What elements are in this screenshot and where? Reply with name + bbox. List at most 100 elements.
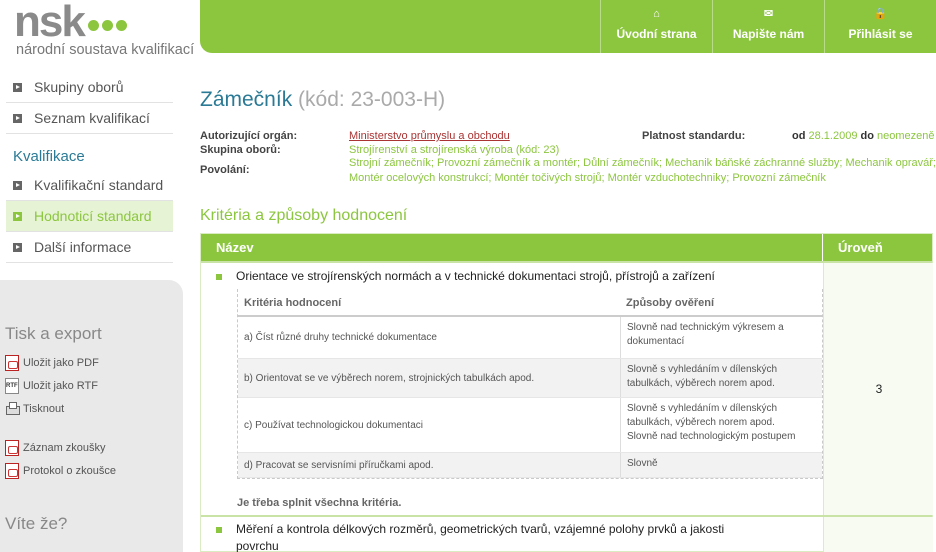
arrow-bullet-icon <box>13 113 22 123</box>
logo-dots <box>88 16 130 35</box>
sidebar-section-nav: Kvalifikační standard Hodnoticí standard… <box>6 170 173 263</box>
top-navigation: ⌂ Úvodní strana ✉ Napište nám 🔒 Přihlási… <box>600 0 936 53</box>
sidebar-item-label: Hodnoticí standard <box>34 208 152 224</box>
page-title: Zámečník (kód: 23-003-H) <box>200 88 445 112</box>
arrow-bullet-icon <box>13 242 22 252</box>
sidebar-tools-panel: Tisk a export Uložit jako PDF Uložit jak… <box>0 280 183 552</box>
nav-home[interactable]: ⌂ Úvodní strana <box>600 0 712 53</box>
export-label: Uložit jako RTF <box>23 380 98 392</box>
competence-name: Orientace ve strojírenských normách a v … <box>236 269 715 283</box>
competence-name-line-1: Měření a kontrola délkových rozměrů, geo… <box>236 522 725 536</box>
sidebar-item-seznam-kvalifikaci[interactable]: Seznam kvalifikací <box>6 103 173 134</box>
subtable-header-criteria: Kritéria hodnocení <box>244 297 342 309</box>
validity-to-value: neomezeně <box>877 130 935 142</box>
criteria-table: Název Úroveň 3 Orientace ve strojírenský… <box>200 233 933 552</box>
group-label: Skupina oborů: <box>200 144 281 156</box>
arrow-bullet-icon <box>13 211 22 221</box>
pdf-icon <box>5 463 19 479</box>
did-you-know-heading: Víte že? <box>5 514 68 533</box>
nav-contact[interactable]: ✉ Napište nám <box>712 0 824 53</box>
competence-name-line-2: povrchu <box>236 539 279 552</box>
verification-method: Slovně s vyhledáním v dílenských tabulkác… <box>620 398 822 452</box>
exam-record-link[interactable]: Záznam zkoušky <box>5 440 106 456</box>
qualification-code: (kód: 23-003-H) <box>298 88 446 111</box>
top-bar: ⌂ Úvodní strana ✉ Napište nám 🔒 Přihlási… <box>200 0 936 53</box>
sidebar-section-heading: Kvalifikace <box>13 148 85 165</box>
sidebar-item-label: Seznam kvalifikací <box>34 110 150 126</box>
exam-protocol-link[interactable]: Protokol o zkoušce <box>5 463 116 479</box>
subtable-header: Kritéria hodnocení Způsoby ověření <box>238 289 822 317</box>
table-row: Orientace ve strojírenských normách a v … <box>201 263 823 515</box>
export-label: Tisknout <box>23 403 65 415</box>
section-title: Kritéria a způsoby hodnocení <box>200 207 408 224</box>
sidebar-item-label: Kvalifikační standard <box>34 177 164 193</box>
criterion-text: b) Orientovat se ve výběrech norem, stro… <box>244 372 535 384</box>
level-value: 3 <box>875 382 883 396</box>
validity-label: Platnost standardu: <box>642 130 746 142</box>
criteria-note: Je třeba splnit všechna kritéria. <box>237 497 402 509</box>
table-header: Název Úroveň <box>201 234 932 261</box>
export-rtf-link[interactable]: Uložit jako RTF <box>5 378 98 394</box>
nsk-logo[interactable]: nsk národní soustava kvalifikací <box>14 0 194 62</box>
validity-value: od 28.1.2009 do neomezeně <box>792 130 935 142</box>
export-label: Záznam zkoušky <box>23 442 106 454</box>
authority-value: Ministerstvo průmyslu a obchodu <box>349 130 510 142</box>
sidebar-top-nav: Skupiny oborů Seznam kvalifikací <box>6 72 173 134</box>
arrow-bullet-icon <box>13 180 22 190</box>
professions-line-1: Strojní zámečník; Provozní zámečník a mo… <box>349 157 936 169</box>
criterion-row: c) Používat technologickou dokumentaci S… <box>238 398 822 453</box>
authority-link[interactable]: Ministerstvo průmyslu a obchodu <box>349 130 510 142</box>
rtf-icon <box>5 378 19 394</box>
home-icon: ⌂ <box>653 8 660 20</box>
criterion-row: b) Orientovat se ve výběrech norem, stro… <box>238 359 822 398</box>
nav-contact-label: Napište nám <box>732 27 805 41</box>
criterion-text: c) Používat technologickou dokumentaci <box>244 419 423 431</box>
competence-name: Měření a kontrola délkových rozměrů, geo… <box>236 521 806 552</box>
level-cell <box>823 517 933 552</box>
professions-label: Povolání: <box>200 164 250 176</box>
pdf-icon <box>5 355 19 371</box>
nav-home-label: Úvodní strana <box>616 27 697 41</box>
printer-icon <box>5 401 20 417</box>
sidebar-item-skupiny-oboru[interactable]: Skupiny oborů <box>6 72 173 103</box>
header-name: Název <box>201 234 823 261</box>
sidebar-item-dalsi-informace[interactable]: Další informace <box>6 232 173 263</box>
authority-label: Autorizující orgán: <box>200 130 298 142</box>
sidebar-item-hodnotici-standard[interactable]: Hodnoticí standard <box>6 201 173 232</box>
export-pdf-link[interactable]: Uložit jako PDF <box>5 355 99 371</box>
nav-login[interactable]: 🔒 Přihlásit se <box>824 0 936 53</box>
sidebar: Skupiny oborů Seznam kvalifikací Kvalifi… <box>0 72 183 263</box>
criterion-text: d) Pracovat se servisními příručkami apo… <box>244 459 434 471</box>
validity-from-date: 28.1.2009 <box>808 130 858 142</box>
print-link[interactable]: Tisknout <box>5 401 64 417</box>
verification-method: Slovně nad technickým výkresem a dokument… <box>620 317 822 358</box>
nav-login-label: Přihlásit se <box>848 27 913 41</box>
criterion-row: d) Pracovat se servisními příručkami apo… <box>238 453 822 478</box>
subtable-header-methods: Způsoby ověření <box>626 297 715 309</box>
export-label: Uložit jako PDF <box>23 357 99 369</box>
group-value: Strojírenství a strojírenská výroba (kód… <box>349 144 560 156</box>
mail-icon: ✉ <box>763 8 774 20</box>
criteria-subtable: Kritéria hodnocení Způsoby ověření a) Čí… <box>237 289 823 479</box>
export-label: Protokol o zkoušce <box>23 465 116 477</box>
sidebar-item-label: Skupiny oborů <box>34 79 124 95</box>
square-bullet-icon <box>216 527 222 533</box>
arrow-bullet-icon <box>13 82 22 92</box>
pdf-icon <box>5 440 19 456</box>
print-export-heading: Tisk a export <box>5 324 102 343</box>
validity-to-word: do <box>860 130 874 142</box>
validity-from-word: od <box>792 130 806 142</box>
header-level: Úroveň <box>838 240 883 255</box>
level-cell: 3 <box>823 263 933 515</box>
logo-tagline: národní soustava kvalifikací <box>16 42 195 58</box>
criterion-row: a) Číst různé druhy technické dokumentac… <box>238 317 822 359</box>
verification-method: Slovně <box>620 453 822 477</box>
table-row: Měření a kontrola délkových rozměrů, geo… <box>201 517 823 552</box>
sidebar-item-label: Další informace <box>34 239 132 255</box>
qualification-name: Zámečník <box>200 88 293 111</box>
criterion-text: a) Číst různé druhy technické dokumentac… <box>244 332 437 343</box>
square-bullet-icon <box>216 274 222 280</box>
sidebar-item-kvalifikacni-standard[interactable]: Kvalifikační standard <box>6 170 173 201</box>
lock-icon: 🔒 <box>873 8 888 20</box>
verification-method: Slovně s vyhledáním v dílenských tabulkác… <box>620 359 822 397</box>
